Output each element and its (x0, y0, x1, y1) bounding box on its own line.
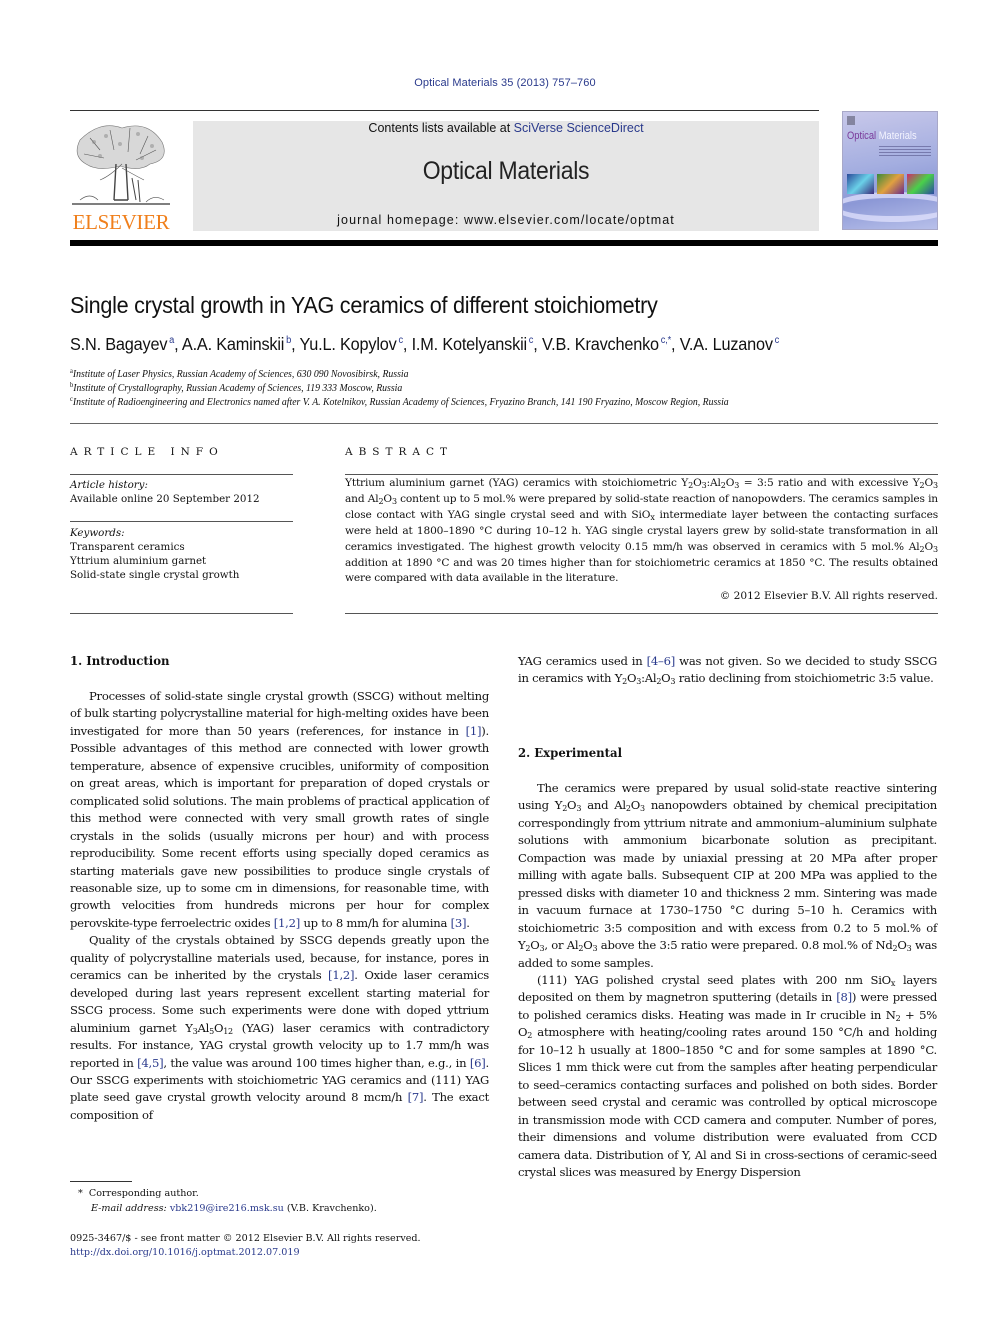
cover-image-3 (907, 174, 934, 194)
email-owner: (V.B. Kravchenko). (286, 1203, 377, 1214)
elsevier-wordmark: ELSEVIER (72, 210, 170, 234)
introduction-body: Processes of solid-state single crystal … (70, 688, 489, 1124)
author-separator: , (291, 334, 300, 354)
paragraph: Quality of the crystals obtained by SSCG… (70, 933, 490, 1122)
affiliation-a: aInstitute of Laser Physics, Russian Aca… (70, 367, 409, 380)
paragraph: The ceramics were prepared by usual soli… (518, 781, 937, 970)
journal-homepage-link[interactable]: journal homepage: www.elsevier.com/locat… (193, 213, 819, 227)
author-name: I.M. Kotelyanskii (411, 334, 528, 354)
citation-link[interactable]: [8] (836, 990, 852, 1004)
sciencedirect-link[interactable]: SciVerse ScienceDirect (514, 121, 644, 135)
cover-publisher-logo-icon (847, 116, 855, 125)
journal-cover-image[interactable]: Optical Materials (842, 111, 938, 230)
article-history: Article history: Available online 20 Sep… (70, 478, 260, 506)
keywords-block: Keywords: Transparent ceramics Yttrium a… (70, 526, 239, 582)
author-separator: , (402, 334, 412, 354)
abstract-heading: ABSTRACT (345, 446, 454, 458)
paragraph: Processes of solid-state single crystal … (70, 689, 489, 930)
author-separator: , (671, 334, 680, 354)
cover-swirl (843, 192, 937, 222)
author-name: Yu.L. Kopylov (299, 334, 397, 354)
cover-subtitle-lines (879, 146, 931, 158)
affiliation-c: cInstitute of Radioengineering and Elect… (70, 395, 729, 408)
history-label: Article history: (70, 479, 148, 491)
keyword: Solid-state single crystal growth (70, 569, 240, 581)
author-affiliation-marker[interactable]: c,* (661, 335, 671, 346)
affiliation-b: bInstitute of Crystallography, Russian A… (70, 381, 403, 394)
contents-line: Contents lists available at SciVerse Sci… (193, 121, 819, 135)
info-rule-2 (70, 521, 293, 522)
citation-link[interactable]: [6] (470, 1056, 486, 1070)
doi-link-text[interactable]: http://dx.doi.org/10.1016/j.optmat.2012.… (70, 1247, 300, 1258)
author-list: S.N. Bagayev a, A.A. Kaminskii b, Yu.L. Ko… (70, 334, 779, 355)
article-info-heading: ARTICLE INFO (70, 446, 224, 458)
section-title-experimental: 2. Experimental (518, 746, 623, 760)
keyword: Yttrium aluminium garnet (70, 555, 207, 567)
author-name: A.A. Kaminskii (181, 334, 285, 354)
keyword: Transparent ceramics (70, 541, 185, 553)
footnote-rule (70, 1181, 132, 1182)
citation-link[interactable]: [1,2] (274, 916, 300, 930)
email-link[interactable]: vbk219@ire216.msk.su (170, 1203, 284, 1214)
section-title-introduction: 1. Introduction (70, 654, 170, 668)
citation-link[interactable]: [4,5] (137, 1056, 163, 1070)
introduction-body-continued: YAG ceramics used in [4–6] was not given… (518, 653, 937, 688)
author-name: S.N. Bagayev (70, 334, 168, 354)
doi-link[interactable]: http://dx.doi.org/10.1016/j.optmat.2012.… (70, 1245, 300, 1260)
author-name: V.B. Kravchenko (541, 334, 659, 354)
corresponding-author-note: * Corresponding author. (78, 1186, 199, 1201)
email-note: E-mail address: vbk219@ire216.msk.su (V.… (91, 1201, 377, 1216)
citation-link[interactable]: [7] (408, 1090, 424, 1104)
experimental-body: The ceramics were prepared by usual soli… (518, 780, 937, 1181)
corresponding-label: Corresponding author. (88, 1188, 199, 1199)
abstract-copyright: © 2012 Elsevier B.V. All rights reserved… (719, 590, 938, 602)
citation-link[interactable]: [1] (466, 724, 482, 738)
abstract-text: Yttrium aluminium garnet (YAG) ceramics … (345, 477, 938, 585)
abstract-rule-bottom (345, 613, 938, 614)
citation-link[interactable]: [3] (451, 916, 467, 930)
issn-line: 0925-3467/$ - see front matter © 2012 El… (70, 1233, 421, 1244)
info-rule-1 (70, 474, 293, 475)
article-title: Single crystal growth in YAG ceramics of… (70, 292, 658, 318)
cover-image-2 (877, 174, 904, 194)
email-label: E-mail address: (91, 1203, 167, 1214)
cover-image-1 (847, 174, 874, 194)
header-rule (70, 110, 819, 111)
header-thick-rule (70, 240, 938, 246)
cover-title: Optical Materials (847, 130, 917, 142)
affiliation-rule (70, 423, 938, 424)
paragraph: YAG ceramics used in [4–6] was not given… (518, 654, 937, 687)
paragraph: (111) YAG polished crystal seed plates w… (518, 972, 938, 1179)
keywords-label: Keywords: (70, 527, 125, 539)
journal-name: Optical Materials (422, 157, 590, 185)
history-value: Available online 20 September 2012 (70, 493, 260, 505)
journal-reference-link[interactable]: Optical Materials 35 (2013) 757–760 (0, 77, 992, 89)
citation-link[interactable]: [4–6] (647, 654, 676, 668)
author-name: V.A. Luzanov (679, 334, 773, 354)
citation-link[interactable]: [1,2] (328, 968, 354, 982)
contents-prefix: Contents lists available at (368, 121, 514, 135)
author-affiliation-marker[interactable]: c (775, 335, 780, 346)
abstract-rule-top (345, 474, 938, 475)
asterisk-marker: * (78, 1188, 83, 1199)
info-rule-3 (70, 613, 293, 614)
